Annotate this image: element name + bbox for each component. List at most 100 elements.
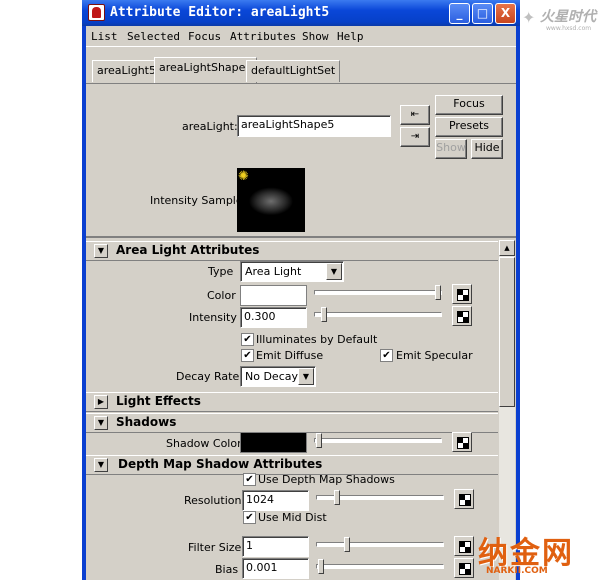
color-map-button[interactable] — [452, 284, 472, 304]
use-mid-dist-label: Use Mid Dist — [258, 511, 327, 524]
resolution-slider[interactable] — [316, 490, 444, 505]
node-label: areaLight: — [182, 120, 238, 133]
output-connection-button[interactable]: ⇥ — [400, 127, 430, 147]
section-area-light[interactable]: ▼ Area Light Attributes — [86, 241, 498, 261]
menu-show[interactable]: Show — [302, 30, 329, 43]
presets-button[interactable]: Presets — [435, 117, 503, 137]
slider-thumb[interactable] — [435, 285, 441, 300]
expand-arrow-icon[interactable]: ▶ — [94, 395, 108, 409]
minimize-button[interactable]: _ — [449, 3, 470, 24]
window-title: Attribute Editor: areaLight5 — [110, 5, 330, 20]
slider-thumb[interactable] — [316, 433, 322, 448]
attribute-editor-window: Attribute Editor: areaLight5 _ □ X List … — [82, 0, 520, 580]
section-title: Light Effects — [116, 394, 201, 408]
type-dropdown[interactable]: Area Light ▼ — [240, 261, 344, 282]
menu-list[interactable]: List — [91, 30, 118, 43]
filter-size-slider[interactable] — [316, 537, 444, 552]
node-name-field[interactable]: areaLightShape5 — [237, 115, 391, 137]
scrollbar-thumb[interactable] — [499, 257, 515, 407]
menu-focus[interactable]: Focus — [188, 30, 221, 43]
menu-selected[interactable]: Selected — [127, 30, 180, 43]
color-label: Color — [207, 289, 236, 302]
bias-slider[interactable] — [316, 559, 444, 574]
collapse-arrow-icon[interactable]: ▼ — [94, 416, 108, 430]
filter-size-label: Filter Size — [188, 541, 242, 554]
show-button[interactable]: Show — [435, 139, 467, 159]
slider-thumb[interactable] — [334, 490, 340, 505]
use-mid-dist-checkbox[interactable]: ✔ — [243, 511, 256, 524]
maximize-button[interactable]: □ — [472, 3, 493, 24]
focus-button[interactable]: Focus — [435, 95, 503, 115]
section-depth-map-shadows[interactable]: ▼ Depth Map Shadow Attributes — [86, 455, 498, 475]
use-depth-map-label: Use Depth Map Shadows — [258, 473, 395, 486]
shadow-color-label: Shadow Color — [166, 437, 242, 450]
tab-arealight5[interactable]: areaLight5 — [92, 60, 161, 82]
scroll-up-arrow-icon[interactable]: ▲ — [499, 240, 515, 256]
emit-specular-checkbox[interactable]: ✔ — [380, 349, 393, 362]
shadow-color-map-button[interactable] — [452, 432, 472, 452]
menu-bar: List Selected Focus Attributes Show Help — [86, 26, 516, 47]
section-shadows[interactable]: ▼ Shadows — [86, 413, 498, 433]
illuminates-label: Illuminates by Default — [256, 333, 378, 346]
intensity-sample-swatch: ✺ — [237, 168, 305, 232]
bias-map-button[interactable] — [454, 558, 474, 578]
bias-label: Bias — [215, 563, 239, 576]
resolution-map-button[interactable] — [454, 489, 474, 509]
slider-thumb[interactable] — [321, 307, 327, 322]
intensity-sample-label: Intensity Sample — [150, 194, 243, 207]
dropdown-arrow-icon: ▼ — [326, 263, 342, 280]
intensity-slider[interactable] — [314, 307, 442, 322]
filter-size-field[interactable]: 1 — [242, 536, 309, 557]
hide-button[interactable]: Hide — [471, 139, 503, 159]
intensity-label: Intensity — [189, 311, 237, 324]
menu-help[interactable]: Help — [337, 30, 364, 43]
tab-arealightshape5[interactable]: areaLightShape5 — [154, 57, 258, 83]
output-arrow-icon: ⇥ — [410, 131, 420, 142]
watermark-brand: 火星时代 — [540, 9, 596, 25]
emit-diffuse-checkbox[interactable]: ✔ — [241, 349, 254, 362]
watermark-logo-top: ✦ 火星时代 www.hxsd.com — [522, 6, 600, 36]
section-light-effects[interactable]: ▶ Light Effects — [86, 392, 498, 412]
color-swatch[interactable] — [240, 285, 307, 306]
emit-specular-label: Emit Specular — [396, 349, 473, 362]
attribute-list: ▼ Area Light Attributes Type Area Light … — [86, 240, 516, 580]
minimize-icon: _ — [456, 6, 463, 20]
input-connection-button[interactable]: ⇤ — [400, 105, 430, 125]
intensity-map-button[interactable] — [452, 306, 472, 326]
dropdown-arrow-icon: ▼ — [298, 368, 314, 385]
collapse-arrow-icon[interactable]: ▼ — [94, 458, 108, 472]
shadow-color-slider[interactable] — [314, 433, 442, 448]
resolution-field[interactable]: 1024 — [242, 490, 309, 511]
filter-size-map-button[interactable] — [454, 536, 474, 556]
type-value: Area Light — [245, 265, 302, 278]
tab-defaultlightset[interactable]: defaultLightSet — [246, 60, 341, 82]
node-header: areaLight: areaLightShape5 ⇤ ⇥ Focus Pre… — [86, 86, 516, 238]
decay-rate-label: Decay Rate — [176, 370, 240, 383]
emit-diffuse-label: Emit Diffuse — [256, 349, 324, 362]
shadow-color-swatch[interactable] — [240, 432, 307, 453]
type-label: Type — [208, 265, 234, 278]
section-title: Depth Map Shadow Attributes — [118, 457, 323, 471]
light-icon: ✺ — [238, 169, 249, 184]
watermark-url: www.hxsd.com — [546, 25, 592, 32]
illuminates-checkbox[interactable]: ✔ — [241, 333, 254, 346]
resolution-label: Resolution — [184, 494, 242, 507]
title-bar[interactable]: Attribute Editor: areaLight5 _ □ X — [82, 0, 520, 26]
watermark-url: NARKII.COM — [486, 566, 548, 576]
use-depth-map-checkbox[interactable]: ✔ — [243, 473, 256, 486]
watermark-logo-bottom: 纳金网 NARKII.COM — [478, 528, 600, 580]
section-title: Area Light Attributes — [116, 243, 260, 257]
menu-attributes[interactable]: Attributes — [230, 30, 296, 43]
logo-icon: ✦ — [522, 8, 536, 27]
bias-field[interactable]: 0.001 — [242, 558, 309, 579]
close-icon: X — [500, 6, 511, 20]
intensity-field[interactable]: 0.300 — [240, 307, 307, 328]
slider-thumb[interactable] — [344, 537, 350, 552]
close-button[interactable]: X — [495, 3, 516, 24]
slider-thumb[interactable] — [318, 559, 324, 574]
color-slider[interactable] — [314, 285, 442, 300]
collapse-arrow-icon[interactable]: ▼ — [94, 244, 108, 258]
section-title: Shadows — [116, 415, 177, 429]
decay-rate-dropdown[interactable]: No Decay ▼ — [240, 366, 316, 387]
decay-rate-value: No Decay — [245, 370, 298, 383]
